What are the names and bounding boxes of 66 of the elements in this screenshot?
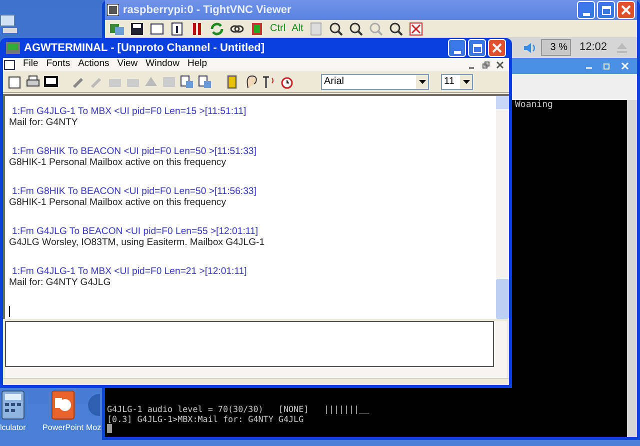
horizontal-scrollbar[interactable] — [5, 367, 507, 378]
menu-item[interactable]: File — [23, 57, 38, 72]
monitor-icon[interactable] — [43, 74, 59, 90]
menu-item[interactable]: View — [117, 57, 138, 72]
frame-text: Mail for: G4NTY — [9, 117, 79, 128]
key-button[interactable]: Alt — [290, 21, 304, 36]
dropdown-arrow-icon — [418, 80, 426, 84]
app-icon — [6, 42, 20, 54]
restore-icon[interactable] — [482, 60, 490, 68]
app-icon — [107, 4, 119, 16]
frame-header: 1:Fm G4JLG To BEACON <UI pid=F0 Len=55 >[12:01:11] — [11, 226, 260, 237]
window-title: AGWTERMINAL - [Unproto Channel - Untitled] — [24, 40, 266, 56]
key-button[interactable]: Ctrl — [269, 21, 287, 36]
calculator-icon[interactable] — [0, 390, 26, 420]
presentation-app-icon[interactable] — [50, 390, 76, 420]
frame-header: 1:Fm G8HIK To BEACON <UI pid=F0 Len=50 >[11:51:33] — [11, 146, 258, 157]
zoom-in-icon[interactable] — [328, 20, 344, 36]
document-icon — [4, 60, 15, 70]
menu-item[interactable]: Fonts — [46, 57, 70, 72]
frame-header: 1:Fm G8HIK To BEACON <UI pid=F0 Len=50 >[11:56:33] — [11, 186, 258, 197]
close-button[interactable] — [617, 1, 635, 19]
frame-header: 1:Fm G4JLG-1 To MBX <UI pid=F0 Len=15 >[11:51:11] — [11, 106, 248, 117]
close-icon[interactable] — [496, 60, 504, 68]
window-title: raspberrypi:0 - TightVNC Viewer — [123, 2, 292, 18]
desktop-icon-label: Moz — [86, 422, 102, 434]
frame-header: 1:Fm G4JLG-1 To MBX <UI pid=F0 Len=21 >[12:01:11] — [11, 266, 248, 277]
clock: 12:02 — [579, 40, 607, 56]
frame-text: G8HIK-1 Personal Mailbox active on this frequency — [9, 197, 228, 208]
maximize-button[interactable] — [597, 1, 615, 19]
printer-icon[interactable] — [25, 74, 41, 90]
scrollbar[interactable] — [494, 321, 507, 367]
scrollbar[interactable] — [627, 100, 637, 437]
refresh-icon[interactable] — [209, 20, 225, 36]
terminal-line: [0.3] G4JLG-1>MBX:Mail for: G4NTY G4JLG — [107, 414, 305, 424]
menu-item[interactable]: Window — [146, 57, 180, 72]
restore-icon[interactable] — [603, 62, 611, 70]
scrollbar[interactable] — [496, 96, 509, 319]
close-icon — [621, 5, 631, 15]
desktop-icon-label: lculator — [0, 422, 26, 434]
minimize-button[interactable] — [448, 39, 466, 57]
fullscreen-icon[interactable] — [408, 20, 424, 36]
frame-text: G4JLG Worsley, IO83TM, using Easiterm. Mailbox G4JLG-1 — [9, 237, 266, 248]
cpu-usage-meter: 3 % — [541, 39, 572, 56]
document-icon[interactable] — [7, 74, 23, 90]
dropdown-arrow-icon — [462, 80, 470, 84]
speaker-icon[interactable] — [523, 40, 538, 54]
terminal-cursor — [107, 424, 112, 433]
computer-icon[interactable] — [0, 14, 18, 34]
font-dropdown[interactable]: Arial — [321, 74, 429, 90]
close-icon — [492, 43, 502, 53]
maximize-button[interactable] — [468, 39, 486, 57]
font-size-dropdown[interactable]: 11 — [441, 74, 473, 90]
desktop-icon-label: PowerPoint — [42, 422, 84, 434]
minimize-button[interactable] — [577, 1, 595, 19]
menu-item[interactable]: Actions — [78, 57, 110, 72]
input-field[interactable] — [5, 321, 494, 367]
frame-text: Mail for: G4NTY G4JLG — [9, 277, 112, 288]
menu-item[interactable]: Help — [187, 57, 207, 72]
close-button[interactable] — [488, 39, 506, 57]
frame-text: G8HIK-1 Personal Mailbox active on this frequency — [9, 157, 228, 168]
zoom-fit-icon[interactable] — [388, 20, 404, 36]
text-cursor — [9, 306, 10, 317]
save-icon[interactable] — [129, 20, 145, 36]
terminal-line: Woaning — [515, 100, 554, 110]
zoom-out-icon[interactable] — [348, 20, 364, 36]
terminal-line: G4JLG-1 audio level = 70(30/30) [NONE] |||||||__ — [107, 404, 370, 414]
